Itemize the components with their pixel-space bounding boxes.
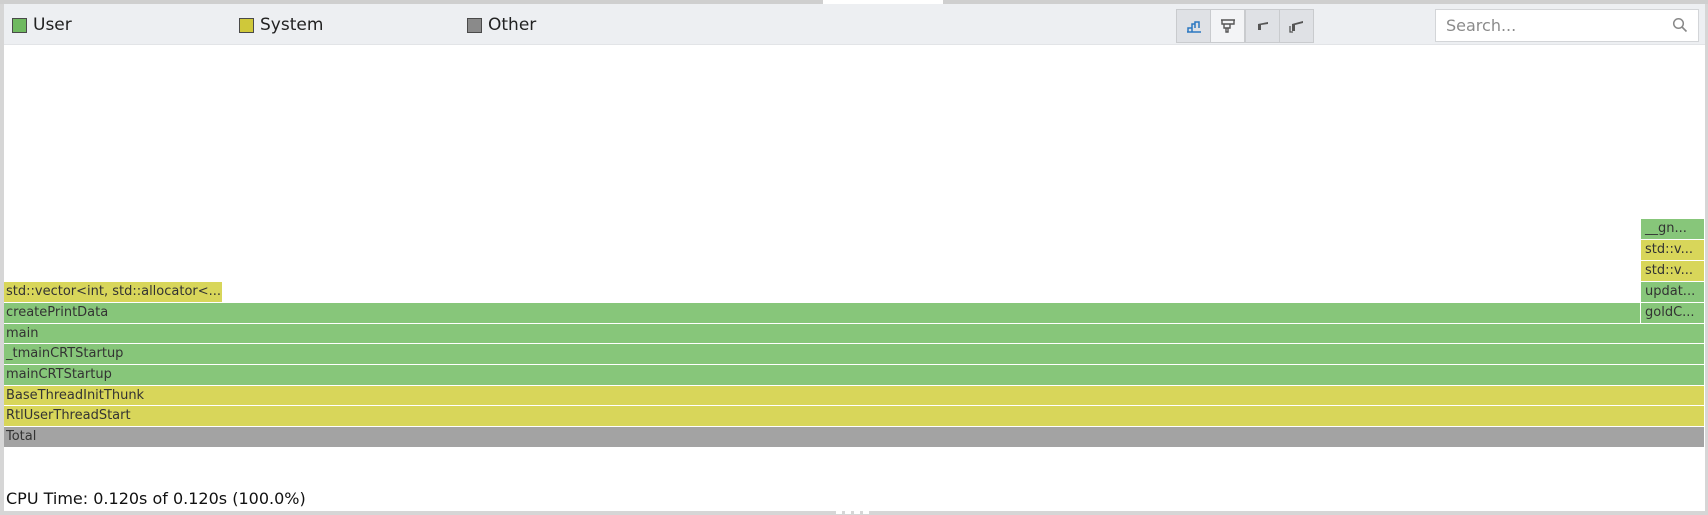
back-button[interactable] [1245,9,1280,43]
flame-graph-view-button[interactable] [1176,9,1211,43]
legend-user-label: User [33,15,72,35]
status-bar: CPU Time: 0.120s of 0.120s (100.0%) [4,487,1705,511]
icicle-graph-icon [1220,19,1235,33]
legend-other-swatch [467,17,482,33]
resize-grip[interactable] [836,510,874,515]
flame-graph: Total RtlUserThreadStart BaseThreadInitT… [4,44,1705,487]
flame-graph-panel: User System Other Search... Total RtlUse… [4,4,1705,511]
frame-total[interactable]: Total [4,427,1705,448]
frame-rtluserthreadstart[interactable]: RtlUserThreadStart [4,406,1705,427]
frame-std-v-2[interactable]: std::v... [1641,240,1705,261]
reset-zoom-icon [1288,21,1303,33]
search-box[interactable] [1435,9,1699,42]
toolbar: User System Other [4,4,1705,45]
frame-updat[interactable]: updat... [1641,282,1705,303]
flame-graph-icon [1186,21,1201,33]
back-icon [1257,22,1268,30]
legend-user-swatch [12,17,27,33]
legend-system-label: System [260,15,324,35]
frame-std-vector[interactable]: std::vector<int, std::allocator<... [4,282,223,303]
frame-basethreadinitthunk[interactable]: BaseThreadInitThunk [4,386,1705,406]
search-icon[interactable] [1672,17,1688,33]
frame-gn[interactable]: __gn... [1641,219,1705,240]
legend-other-label: Other [488,15,537,35]
frame-maincrtstartup[interactable]: mainCRTStartup [4,365,1705,386]
frame-createprintdata[interactable]: createPrintData [4,303,1641,324]
search-input[interactable] [1446,10,1666,40]
legend-system-swatch [239,17,254,33]
legend-user: User [12,15,72,35]
legend-other: Other [467,15,536,35]
icicle-graph-view-button[interactable] [1210,9,1245,43]
frame-tmaincrtstartup[interactable]: _tmainCRTStartup [4,344,1705,365]
reset-zoom-button[interactable] [1279,9,1314,43]
frame-std-v-1[interactable]: std::v... [1641,261,1705,282]
frame-main[interactable]: main [4,324,1705,344]
legend-system: System [239,15,323,35]
frame-goldc[interactable]: goldC... [1641,303,1705,324]
